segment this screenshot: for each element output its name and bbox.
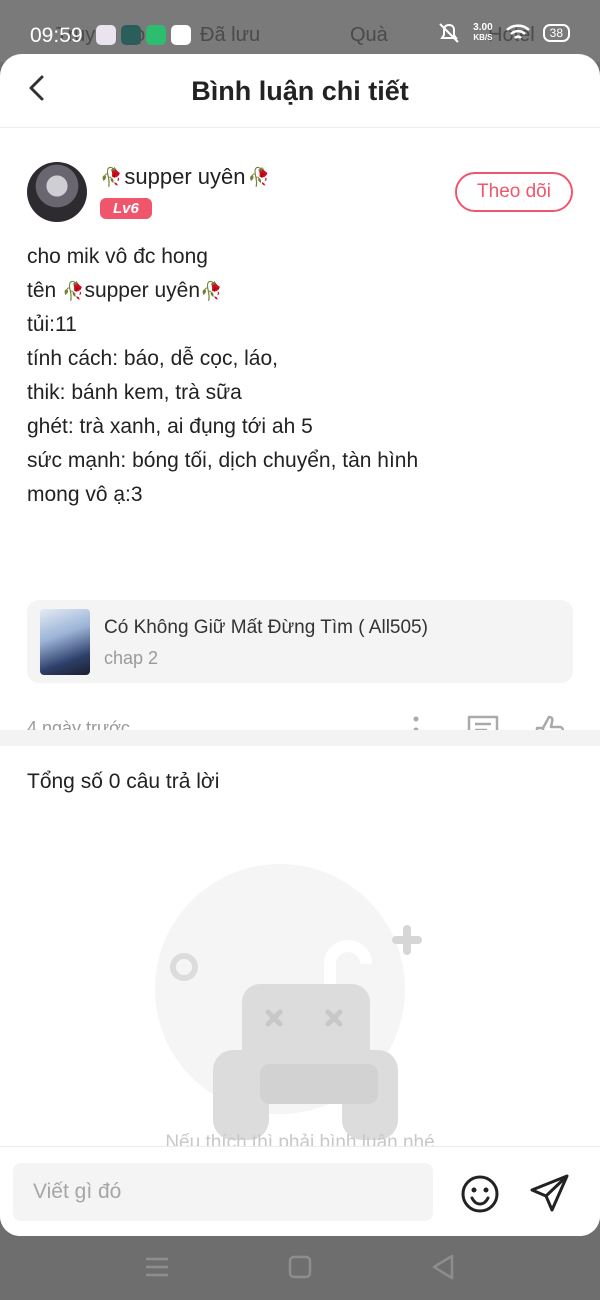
status-bar: Truyện đọc Đã lưu Quà Hotel 09:59 3.00 K… (0, 0, 600, 62)
android-app-icon (146, 25, 166, 45)
comment-line: tính cách: báo, dễ cọc, láo, (27, 347, 278, 370)
level-badge: Lv6 (100, 198, 152, 219)
avatar[interactable] (27, 162, 87, 222)
story-thumbnail (40, 609, 90, 675)
comment-line: tủi:11 (27, 313, 77, 336)
home-icon[interactable] (285, 1252, 315, 1282)
rose-icon: 🥀 (62, 281, 85, 301)
network-speed: 3.00 KB/S (473, 23, 492, 43)
username[interactable]: 🥀 supper uyên 🥀 (100, 164, 270, 190)
comment-line-prefix: tên (27, 279, 63, 302)
system-nav-bar (0, 1236, 600, 1300)
game-app-icon (121, 25, 141, 45)
comment-input[interactable] (13, 1163, 433, 1221)
story-chapter: chap 2 (104, 648, 159, 668)
comment-text: cho mik vô đc hong tên 🥀supper uyên🥀 tủi… (27, 240, 577, 512)
empty-sofa-icon (155, 864, 422, 1140)
speed-value: 3.00 (473, 22, 493, 33)
rose-icon: 🥀 (247, 166, 270, 187)
menu-icon[interactable] (142, 1252, 172, 1282)
header: Bình luận chi tiết (0, 54, 600, 128)
comment-detail-sheet: Bình luận chi tiết 🥀 supper uyên 🥀 Lv6 T… (0, 54, 600, 1236)
notification-icons (96, 25, 191, 45)
comment-composer (0, 1146, 600, 1236)
photos-app-icon (96, 25, 116, 45)
reply-count: Tổng số 0 câu trả lời (27, 770, 220, 793)
back-nav-icon[interactable] (428, 1252, 458, 1282)
comment-line: mong vô ạ:3 (27, 483, 143, 506)
battery-indicator: 38 (542, 24, 570, 42)
speed-unit: KB/S (473, 33, 493, 42)
comment-line: sức mạnh: bóng tối, dịch chuyển, tàn hìn… (27, 449, 419, 472)
youtube-icon (171, 25, 191, 45)
page-title: Bình luận chi tiết (191, 76, 409, 106)
mute-icon (439, 23, 459, 43)
rose-icon: 🥀 (100, 166, 123, 187)
comment-line: ghét: trà xanh, ai đụng tới ah 5 (27, 415, 313, 438)
section-divider (0, 730, 600, 746)
wifi-icon (505, 24, 530, 39)
status-right: 3.00 KB/S 38 (437, 22, 570, 44)
comment-line: cho mik vô đc hong (27, 245, 208, 268)
background-tab-text: Đã lưu (200, 24, 261, 46)
rose-icon: 🥀 (200, 281, 223, 301)
background-tab-text: Quà (350, 24, 388, 46)
send-icon[interactable] (528, 1171, 572, 1215)
story-title: Có Không Giữ Mất Đừng Tìm ( All505) (104, 617, 428, 638)
comment-line-name: supper uyên (84, 279, 201, 302)
username-text: supper uyên (124, 164, 246, 189)
story-link-card[interactable]: Có Không Giữ Mất Đừng Tìm ( All505) chap… (27, 600, 573, 683)
emoji-icon[interactable] (459, 1173, 501, 1215)
status-time: 09:59 (30, 24, 83, 47)
comment-line: tên 🥀supper uyên🥀 (27, 274, 577, 308)
comment-line: thik: bánh kem, trà sữa (27, 381, 242, 404)
follow-button[interactable]: Theo dõi (455, 172, 573, 212)
